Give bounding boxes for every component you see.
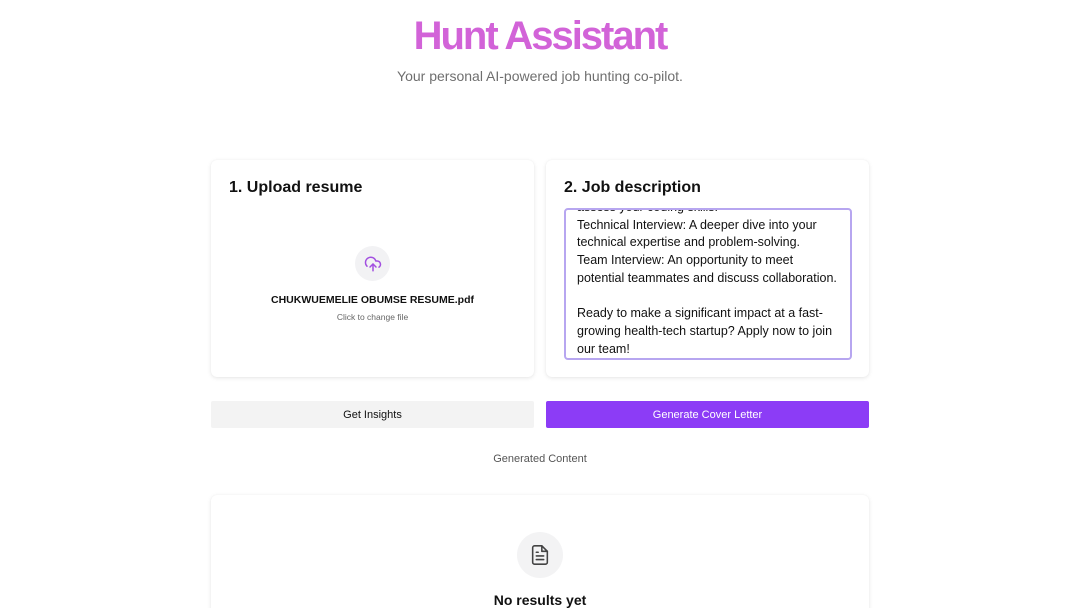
change-file-hint[interactable]: Click to change file	[211, 312, 534, 322]
no-results-text: No results yet	[493, 592, 587, 608]
job-description-card: 2. Job description assess your coding sk…	[546, 160, 869, 377]
app-subtitle: Your personal AI-powered job hunting co-…	[397, 68, 683, 84]
generated-content-label: Generated Content	[493, 453, 587, 465]
job-description-text: assess your coding skills. Technical Int…	[577, 210, 837, 356]
upload-resume-card[interactable]: 1. Upload resume CHUKWUEMELIE OBUMSE RES…	[211, 160, 534, 377]
page: Hunt Assistant Your personal AI-powered …	[0, 0, 1080, 608]
generate-cover-letter-button[interactable]: Generate Cover Letter	[546, 401, 869, 428]
get-insights-button[interactable]: Get Insights	[211, 401, 534, 428]
resume-filename: CHUKWUEMELIE OBUMSE RESUME.pdf	[271, 294, 474, 306]
app-title: Hunt Assistant	[413, 14, 669, 58]
results-card: No results yet	[211, 495, 869, 608]
job-description-textarea[interactable]: assess your coding skills. Technical Int…	[564, 208, 852, 360]
upload-resume-title: 1. Upload resume	[229, 179, 363, 196]
cloud-upload-icon[interactable]	[355, 246, 390, 281]
document-icon	[517, 532, 563, 578]
job-description-title: 2. Job description	[564, 179, 701, 196]
